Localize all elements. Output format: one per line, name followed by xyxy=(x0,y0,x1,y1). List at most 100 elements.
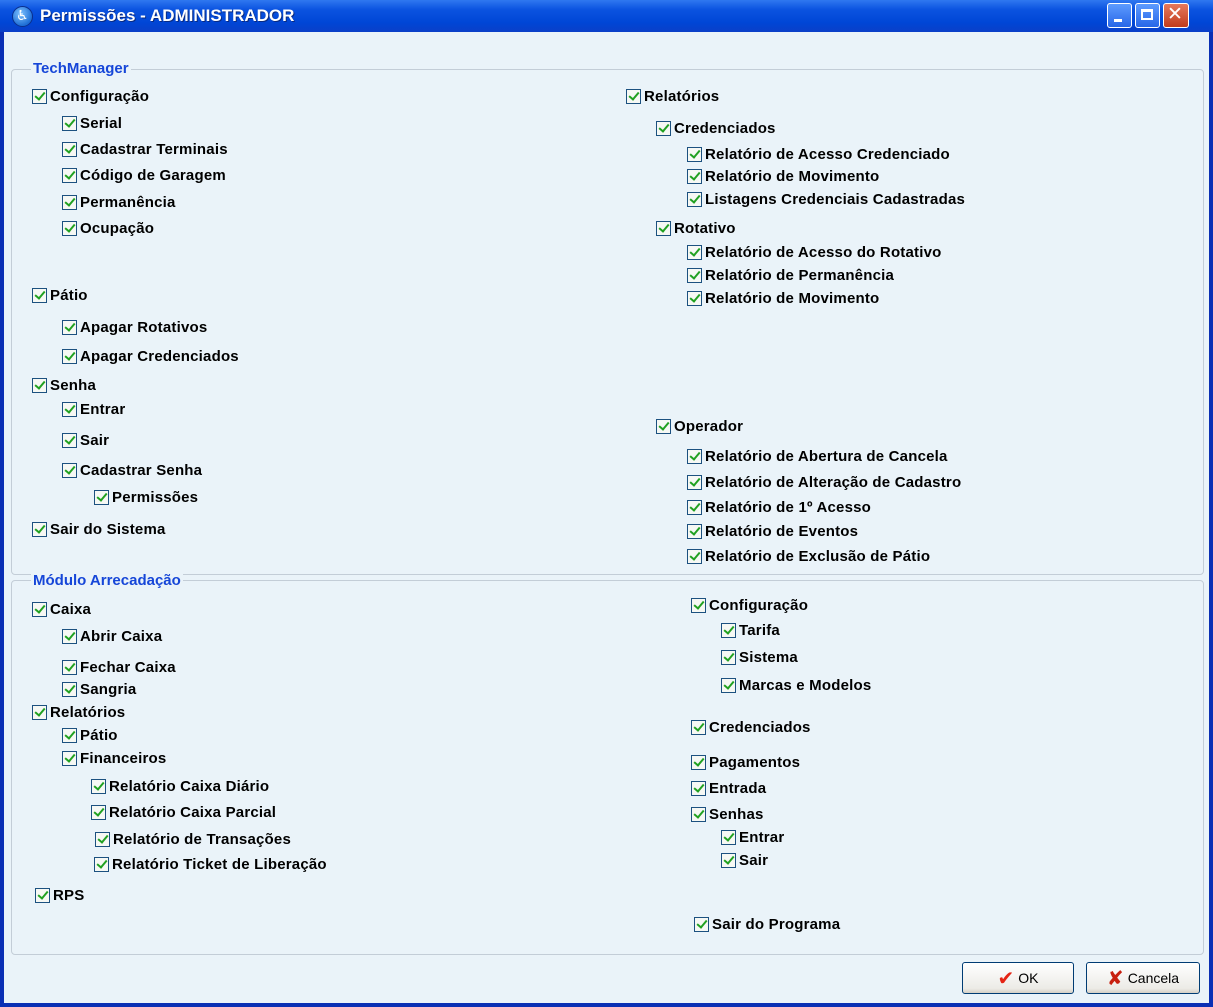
checkbox-codigo-garagem[interactable]: Código de Garagem xyxy=(62,165,226,185)
checkbox-tarifa[interactable]: Tarifa xyxy=(721,620,780,640)
checkbox-arr-patio[interactable]: Pátio xyxy=(62,725,118,745)
checkbox-rel-transacoes[interactable]: Relatório de Transações xyxy=(95,829,291,849)
checkbox-sistema[interactable]: Sistema xyxy=(721,647,798,667)
checkbox-operador[interactable]: Operador xyxy=(656,416,743,436)
checkbox-apagar-rotativos[interactable]: Apagar Rotativos xyxy=(62,317,207,337)
checkbox-financeiros[interactable]: Financeiros xyxy=(62,748,166,768)
checkbox-checked-icon xyxy=(32,88,47,104)
checkbox-checked-icon xyxy=(62,432,77,448)
checkbox-permanencia[interactable]: Permanência xyxy=(62,192,176,212)
checkbox-pagamentos[interactable]: Pagamentos xyxy=(691,752,800,772)
checkbox-rel-exclusao-patio[interactable]: Relatório de Exclusão de Pátio xyxy=(687,546,930,566)
arrecadacao-group xyxy=(11,580,1204,955)
checkbox-credenciados[interactable]: Credenciados xyxy=(656,118,776,138)
checkbox-checked-icon xyxy=(62,348,77,364)
checkbox-ocupacao[interactable]: Ocupação xyxy=(62,218,154,238)
checkbox-checked-icon xyxy=(721,829,736,845)
checkbox-sangria[interactable]: Sangria xyxy=(62,679,136,699)
checkbox-rotativo[interactable]: Rotativo xyxy=(656,218,736,238)
checkbox-checked-icon xyxy=(35,887,50,903)
checkbox-checked-icon xyxy=(691,806,706,822)
techmanager-group-caption: TechManager xyxy=(31,60,131,78)
checkbox-checked-icon xyxy=(687,290,702,306)
checkbox-arr-credenciados[interactable]: Credenciados xyxy=(691,717,811,737)
checkbox-rel-movimento-rot[interactable]: Relatório de Movimento xyxy=(687,288,879,308)
checkbox-checked-icon xyxy=(62,659,77,675)
maximize-button[interactable] xyxy=(1135,3,1160,28)
checkbox-checked-icon xyxy=(721,852,736,868)
checkbox-marcas-modelos[interactable]: Marcas e Modelos xyxy=(721,675,871,695)
checkbox-listagens-credenciais[interactable]: Listagens Credenciais Cadastradas xyxy=(687,189,965,209)
checkbox-checked-icon xyxy=(62,319,77,335)
checkbox-cadastrar-terminais[interactable]: Cadastrar Terminais xyxy=(62,139,228,159)
checkbox-rel-alteracao-cadastro[interactable]: Relatório de Alteração de Cadastro xyxy=(687,472,961,492)
checkbox-serial[interactable]: Serial xyxy=(62,113,122,133)
checkbox-fechar-caixa[interactable]: Fechar Caixa xyxy=(62,657,176,677)
title-bar[interactable]: Permissões - ADMINISTRADOR ✕ xyxy=(0,0,1213,32)
checkbox-relatorios[interactable]: Relatórios xyxy=(626,86,719,106)
checkbox-rel-abertura-cancela[interactable]: Relatório de Abertura de Cancela xyxy=(687,446,948,466)
checkbox-checked-icon xyxy=(626,88,641,104)
checkbox-checked-icon xyxy=(687,267,702,283)
checkbox-arr-configuracao[interactable]: Configuração xyxy=(691,595,808,615)
checkbox-sair-do-sistema[interactable]: Sair do Sistema xyxy=(32,519,166,539)
checkbox-senha-sair[interactable]: Sair xyxy=(62,430,109,450)
checkbox-checked-icon xyxy=(62,220,77,236)
checkbox-checked-icon xyxy=(687,548,702,564)
checkbox-rel-ticket-liberacao[interactable]: Relatório Ticket de Liberação xyxy=(94,854,327,874)
checkbox-caixa[interactable]: Caixa xyxy=(32,599,91,619)
checkbox-rps[interactable]: RPS xyxy=(35,885,84,905)
checkbox-arr-relatorios[interactable]: Relatórios xyxy=(32,702,125,722)
checkbox-cadastrar-senha[interactable]: Cadastrar Senha xyxy=(62,460,202,480)
checkbox-rel-primeiro-acesso[interactable]: Relatório de 1º Acesso xyxy=(687,497,871,517)
cross-icon: ✘ xyxy=(1106,966,1124,990)
checkbox-checked-icon xyxy=(656,220,671,236)
checkbox-checked-icon xyxy=(62,115,77,131)
ok-button[interactable]: ✔ OK xyxy=(962,962,1074,994)
checkbox-senhas[interactable]: Senhas xyxy=(691,804,764,824)
checkbox-rel-caixa-parcial[interactable]: Relatório Caixa Parcial xyxy=(91,802,276,822)
checkbox-checked-icon xyxy=(656,418,671,434)
checkbox-checked-icon xyxy=(721,649,736,665)
checkbox-permissoes[interactable]: Permissões xyxy=(94,487,198,507)
checkbox-checked-icon xyxy=(62,167,77,183)
checkbox-checked-icon xyxy=(32,521,47,537)
checkbox-checked-icon xyxy=(62,194,77,210)
checkbox-apagar-credenciados[interactable]: Apagar Credenciados xyxy=(62,346,239,366)
dialog-client-area: TechManager Módulo Arrecadação Configura… xyxy=(4,32,1209,1003)
checkbox-checked-icon xyxy=(687,244,702,260)
arrecadacao-group-caption: Módulo Arrecadação xyxy=(31,572,183,590)
checkbox-checked-icon xyxy=(691,597,706,613)
permissions-window: Permissões - ADMINISTRADOR ✕ TechManager… xyxy=(0,0,1213,1007)
checkbox-checked-icon xyxy=(721,622,736,638)
checkbox-checked-icon xyxy=(691,754,706,770)
checkbox-entrada[interactable]: Entrada xyxy=(691,778,766,798)
checkbox-rel-movimento-cred[interactable]: Relatório de Movimento xyxy=(687,166,879,186)
checkbox-checked-icon xyxy=(687,499,702,515)
checkbox-abrir-caixa[interactable]: Abrir Caixa xyxy=(62,626,162,646)
checkbox-configuracao[interactable]: Configuração xyxy=(32,86,149,106)
checkbox-senha-entrar[interactable]: Entrar xyxy=(62,399,125,419)
cancel-button[interactable]: ✘ Cancela xyxy=(1086,962,1200,994)
checkbox-patio[interactable]: Pátio xyxy=(32,285,88,305)
checkbox-checked-icon xyxy=(94,489,109,505)
checkmark-icon: ✔ xyxy=(997,966,1015,990)
checkbox-rel-caixa-diario[interactable]: Relatório Caixa Diário xyxy=(91,776,269,796)
window-title: Permissões - ADMINISTRADOR xyxy=(40,6,295,25)
checkbox-senha[interactable]: Senha xyxy=(32,375,96,395)
minimize-button[interactable] xyxy=(1107,3,1132,28)
close-button[interactable]: ✕ xyxy=(1163,3,1189,28)
checkbox-rel-eventos[interactable]: Relatório de Eventos xyxy=(687,521,858,541)
checkbox-checked-icon xyxy=(687,191,702,207)
checkbox-checked-icon xyxy=(91,778,106,794)
checkbox-senhas-entrar[interactable]: Entrar xyxy=(721,827,784,847)
checkbox-sair-do-programa[interactable]: Sair do Programa xyxy=(694,914,840,934)
checkbox-senhas-sair[interactable]: Sair xyxy=(721,850,768,870)
checkbox-checked-icon xyxy=(687,146,702,162)
checkbox-checked-icon xyxy=(32,287,47,303)
checkbox-rel-permanencia[interactable]: Relatório de Permanência xyxy=(687,265,894,285)
checkbox-checked-icon xyxy=(62,727,77,743)
checkbox-rel-acesso-credenciado[interactable]: Relatório de Acesso Credenciado xyxy=(687,144,950,164)
checkbox-rel-acesso-rotativo[interactable]: Relatório de Acesso do Rotativo xyxy=(687,242,942,262)
checkbox-checked-icon xyxy=(687,168,702,184)
